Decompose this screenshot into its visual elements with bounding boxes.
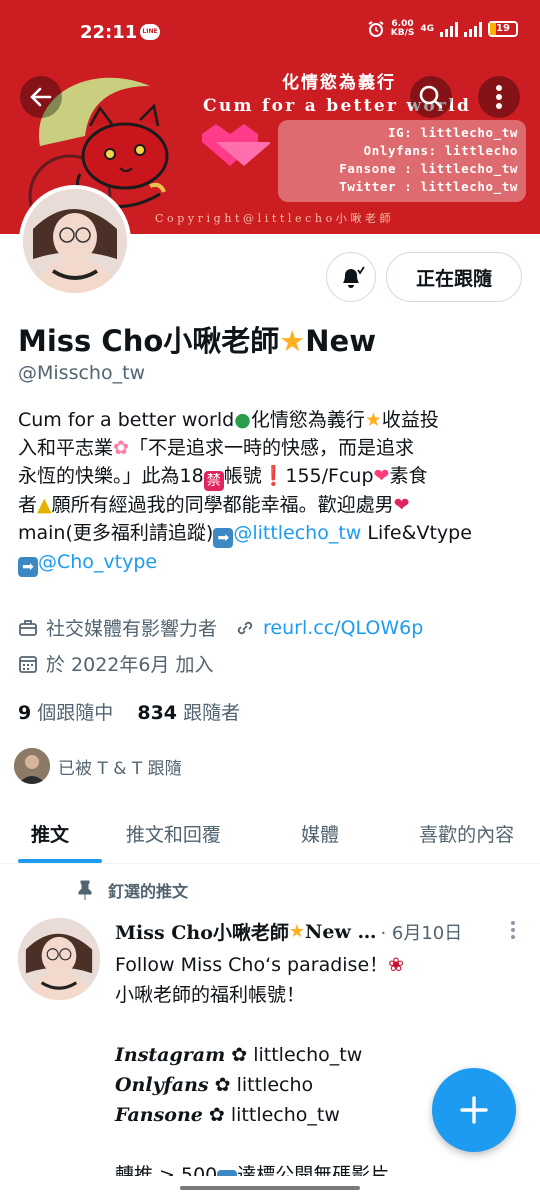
profile-website-link[interactable]: reurl.cc/QLOW6p [263, 617, 423, 639]
star-icon: ★ [364, 409, 382, 431]
profile-meta-row: 社交媒體有影響力者 reurl.cc/QLOW6p [18, 614, 423, 641]
search-button[interactable] [410, 76, 452, 118]
status-bar: 22:11 LINE 6.00 KB/S 4G 19 [0, 0, 540, 56]
lotus-icon: ✿ [113, 437, 129, 459]
compose-tweet-button[interactable] [432, 1068, 516, 1152]
profile-avatar[interactable] [19, 185, 131, 297]
calendar-icon [19, 655, 37, 673]
follow-stats: 9 個跟隨中 834 跟隨者 [18, 698, 240, 725]
tweet-author-avatar[interactable] [18, 918, 100, 1000]
heart-icon: ❤ [393, 494, 410, 516]
home-gesture-bar[interactable] [180, 1186, 360, 1190]
profile-bio: Cum for a better world●化情慾為義行★收益投 入和平志業✿… [18, 409, 472, 577]
tab-tweets[interactable]: 推文 [0, 804, 102, 863]
profile-tabs: 推文 推文和回覆 媒體 喜歡的內容 [0, 804, 540, 864]
tweet-date[interactable]: · 6月10日 [380, 919, 462, 945]
tab-likes[interactable]: 喜歡的內容 [393, 804, 540, 863]
forbidden-badge: 禁 [203, 471, 224, 491]
status-time: 22:11 [80, 22, 138, 43]
signal-2-icon [464, 21, 482, 37]
line-app-icon: LINE [140, 24, 160, 40]
back-button[interactable] [20, 76, 62, 118]
followed-by-text: 已被 T & T 跟隨 [58, 758, 182, 779]
corn-icon: ▲ [37, 494, 52, 516]
notification-bell-button[interactable] [326, 252, 376, 302]
globe-icon: ● [234, 409, 251, 431]
link-icon [237, 621, 253, 634]
profile-handle: @Misscho_tw [18, 362, 146, 384]
followers-link[interactable]: 834 跟隨者 [137, 702, 240, 724]
banner-info-box: IG: littlecho_tw Onlyfans: littlecho Fan… [278, 120, 526, 202]
star-icon: ★ [288, 921, 306, 942]
more-vertical-icon [511, 921, 515, 939]
exclamation-icon: ❗ [261, 465, 286, 487]
battery-icon: 19 [488, 21, 518, 37]
more-options-button[interactable] [478, 76, 520, 118]
profile-name: Miss Cho小啾老師★New [18, 324, 377, 358]
hearts-icon: ❤ [373, 465, 390, 487]
status-right: 6.00 KB/S 4G 19 [367, 20, 518, 38]
pinned-label-row: 釘選的推文 [76, 878, 188, 902]
banner-copyright: Copyright@littlecho小啾老師 [155, 212, 395, 225]
following-button[interactable]: 正在跟隨 [386, 252, 522, 302]
rose-icon: ❀ [388, 954, 405, 976]
star-icon: ★ [279, 324, 306, 358]
bio-link-littlecho[interactable]: @littlecho_tw [233, 522, 361, 544]
briefcase-icon [19, 619, 37, 636]
more-vertical-icon [496, 85, 502, 109]
tweet-more-button[interactable] [510, 920, 516, 944]
profile-joined-row: 於 2022年6月 加入 [18, 650, 214, 677]
arrow-right-icon: ➡ [18, 557, 38, 577]
profile-joined-date: 於 2022年6月 加入 [46, 654, 214, 676]
alarm-icon [368, 21, 384, 37]
network-type: 4G [420, 24, 434, 34]
tab-media[interactable]: 媒體 [247, 804, 394, 863]
network-speed: 6.00 KB/S [390, 19, 415, 38]
bell-subscribed-icon [343, 266, 365, 288]
tab-tweets-replies[interactable]: 推文和回覆 [100, 804, 247, 863]
follower-avatar [14, 748, 50, 784]
search-icon [419, 85, 443, 109]
back-arrow-icon [30, 87, 52, 107]
bio-link-cho-vtype[interactable]: @Cho_vtype [38, 551, 157, 573]
following-link[interactable]: 9 個跟隨中 [18, 702, 113, 724]
signal-icon [440, 21, 458, 37]
profile-category: 社交媒體有影響力者 [46, 618, 218, 640]
tweet-header: Miss Cho小啾老師 ★ New … · 6月10日 [115, 918, 525, 945]
banner-slogan-zh: 化情慾為義行 [282, 73, 396, 93]
pin-icon [78, 880, 92, 900]
plus-icon [460, 1096, 488, 1124]
followed-by-row[interactable]: 已被 T & T 跟隨 [14, 748, 182, 784]
avatar-photo [23, 189, 127, 293]
arrow-right-icon: ➡ [213, 528, 234, 548]
tweet-author-name[interactable]: Miss Cho小啾老師 [115, 918, 289, 945]
